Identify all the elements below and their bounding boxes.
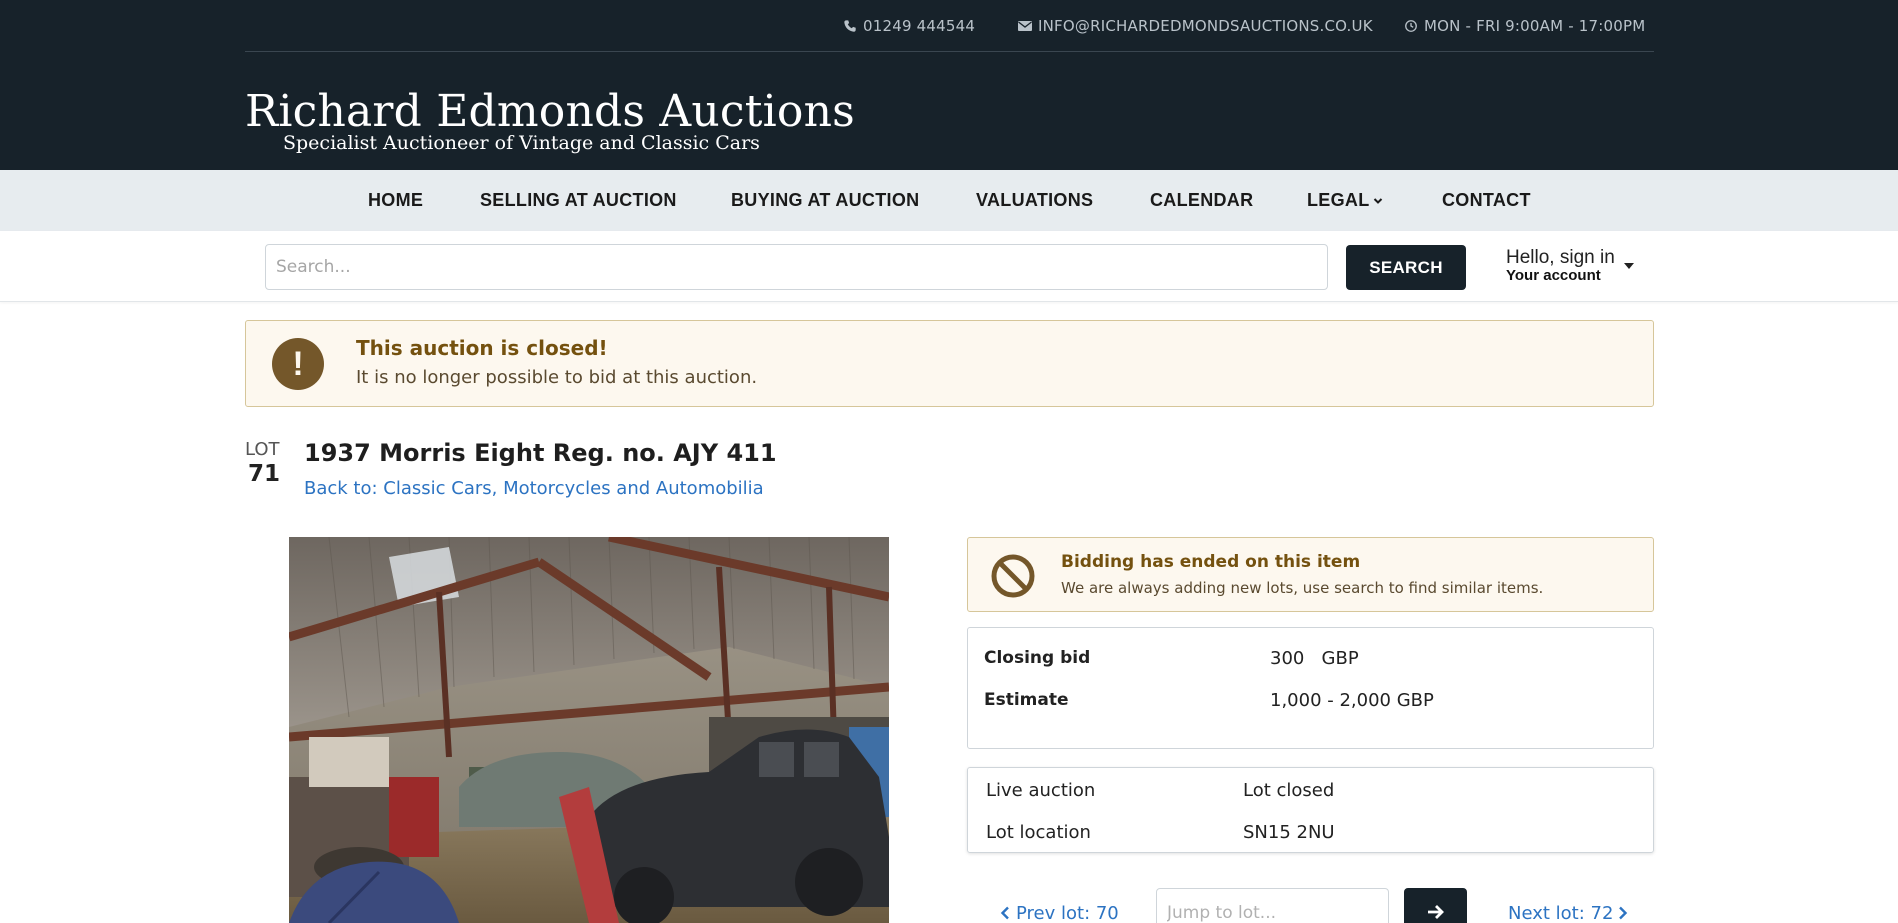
search-bar: SEARCH Hello, sign in Your account <box>0 231 1898 302</box>
nav-legal-label: LEGAL <box>1307 190 1370 210</box>
nav-valuations[interactable]: VALUATIONS <box>976 190 1093 211</box>
bid-summary: Closing bid 300 GBP Estimate 1,000 - 2,0… <box>967 627 1654 749</box>
alert-title: This auction is closed! <box>356 336 608 360</box>
hours-text: MON - FRI 9:00AM - 17:00PM <box>1424 17 1646 35</box>
lot-title: 1937 Morris Eight Reg. no. AJY 411 <box>304 439 777 467</box>
lot-photo[interactable] <box>289 537 889 923</box>
ban-icon <box>991 554 1035 598</box>
prev-lot-label: Prev lot: 70 <box>1016 903 1119 923</box>
closing-bid-value: 300 GBP <box>1270 648 1359 669</box>
account-menu[interactable]: Hello, sign in Your account <box>1506 247 1634 284</box>
next-lot-label: Next lot: 72 <box>1508 903 1614 923</box>
back-to-auction-link[interactable]: Back to: Classic Cars, Motorcycles and A… <box>304 478 764 499</box>
auction-closed-alert: ! This auction is closed! It is no longe… <box>245 320 1654 407</box>
search-input[interactable] <box>265 244 1328 290</box>
jump-to-lot-input[interactable] <box>1156 888 1389 923</box>
estimate-value: 1,000 - 2,000 GBP <box>1270 690 1434 711</box>
account-greeting: Hello, sign in <box>1506 247 1615 268</box>
nav-home[interactable]: HOME <box>368 190 423 211</box>
next-lot-link[interactable]: Next lot: 72 <box>1508 903 1628 923</box>
lot-location-label: Lot location <box>986 822 1091 843</box>
exclamation-icon: ! <box>272 338 324 390</box>
logo-title: Richard Edmonds Auctions <box>245 86 855 137</box>
nav-calendar[interactable]: CALENDAR <box>1150 190 1253 211</box>
contact-phone[interactable]: 01249 444544 <box>842 17 975 35</box>
arrow-right-icon <box>1427 905 1444 919</box>
alert-text: It is no longer possible to bid at this … <box>356 367 758 388</box>
lot-number: 71 <box>248 461 281 487</box>
chevron-left-icon <box>1000 906 1009 920</box>
prev-lot-link[interactable]: Prev lot: 70 <box>1000 903 1119 923</box>
bidding-ended-alert: Bidding has ended on this item We are al… <box>967 537 1654 612</box>
nav-selling-at-auction[interactable]: SELLING AT AUCTION <box>480 190 677 211</box>
bidding-ended-text: We are always adding new lots, use searc… <box>1061 579 1544 597</box>
contact-hours: MON - FRI 9:00AM - 17:00PM <box>1403 17 1645 35</box>
contact-bar: 01249 444544 INFO@RICHARDEDMONDSAUCTIONS… <box>245 0 1654 52</box>
account-label: Your account <box>1506 267 1601 284</box>
lot-label: LOT <box>245 439 280 460</box>
clock-icon <box>1405 20 1417 32</box>
phone-icon <box>844 20 856 32</box>
jump-go-button[interactable] <box>1404 888 1467 923</box>
lot-location-value: SN15 2NU <box>1243 822 1335 843</box>
phone-text: 01249 444544 <box>863 17 976 35</box>
search-button[interactable]: SEARCH <box>1346 245 1466 290</box>
site-header: 01249 444544 INFO@RICHARDEDMONDSAUCTIONS… <box>0 0 1898 170</box>
auction-type-label: Live auction <box>986 780 1096 801</box>
site-logo[interactable]: Richard Edmonds Auctions Specialist Auct… <box>245 86 855 155</box>
auction-status-value: Lot closed <box>1243 780 1335 801</box>
chevron-right-icon <box>1619 906 1628 920</box>
chevron-down-icon <box>1373 198 1382 204</box>
bidding-ended-title: Bidding has ended on this item <box>1061 552 1361 572</box>
closing-bid-label: Closing bid <box>984 648 1091 668</box>
nav-legal[interactable]: LEGAL <box>1307 190 1383 211</box>
nav-contact[interactable]: CONTACT <box>1442 190 1531 211</box>
caret-down-icon <box>1624 263 1634 269</box>
lot-info: Live auction Lot closed Lot location SN1… <box>967 767 1654 853</box>
email-text: INFO@RICHARDEDMONDSAUCTIONS.CO.UK <box>1038 17 1373 35</box>
barn-car-photo <box>289 537 889 923</box>
contact-email[interactable]: INFO@RICHARDEDMONDSAUCTIONS.CO.UK <box>1017 17 1373 35</box>
envelope-icon <box>1018 21 1032 31</box>
main-nav: HOME SELLING AT AUCTION BUYING AT AUCTIO… <box>0 170 1898 231</box>
estimate-label: Estimate <box>984 690 1069 710</box>
nav-buying-at-auction[interactable]: BUYING AT AUCTION <box>731 190 919 211</box>
